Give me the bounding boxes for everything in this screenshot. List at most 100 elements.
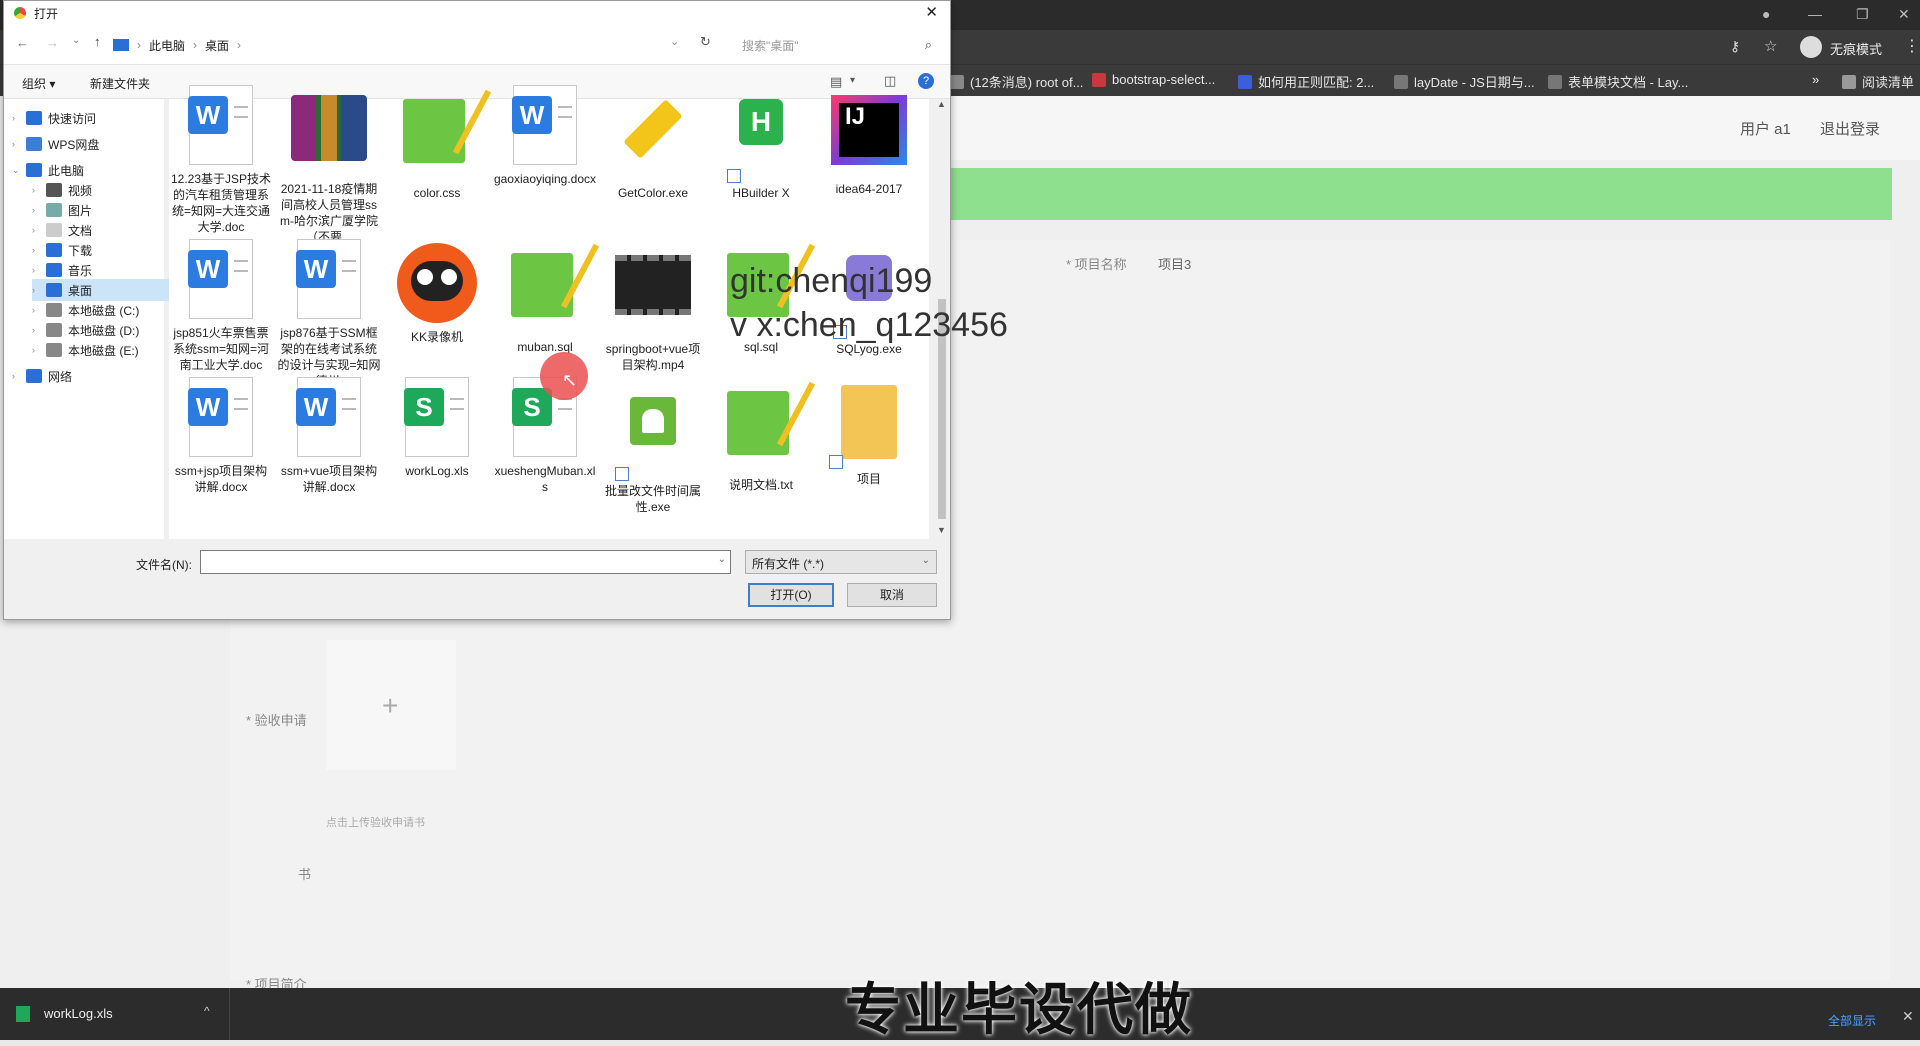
word-icon: W	[181, 85, 261, 171]
user-name[interactable]: 用户 a1	[1740, 118, 1791, 139]
organize-button[interactable]: 组织 ▾	[22, 75, 55, 92]
up-icon[interactable]: ↑	[94, 34, 101, 49]
file-tile[interactable]: 项目	[817, 377, 921, 487]
file-tile[interactable]: 2021-11-18疫情期间高校人员管理ssm-哈尔滨广厦学院（不要...	[277, 85, 381, 245]
file-tile[interactable]: IJ idea64-2017	[817, 85, 921, 197]
expand-arrow-icon[interactable]: ›	[32, 185, 40, 195]
expand-arrow-icon[interactable]: ›	[32, 265, 40, 275]
menu-icon[interactable]: ⋮	[1904, 36, 1920, 56]
address-bar[interactable]: › 此电脑 › 桌面 ›	[112, 33, 660, 57]
bookmark-item[interactable]: (12条消息) root of...	[950, 72, 1083, 91]
filename-input[interactable]: ⌄	[200, 550, 731, 574]
overlay-vx-text: v x:chen_q123456	[730, 306, 1008, 344]
file-tile[interactable]: SworkLog.xls	[385, 377, 489, 479]
breadcrumb-desktop[interactable]: 桌面	[205, 37, 229, 54]
bookmark-favicon-icon	[1092, 72, 1106, 87]
wps-sheet-icon: S	[397, 377, 477, 463]
bookmark-item[interactable]: 表单模块文档 - Lay...	[1548, 72, 1688, 91]
tree-item-label: 文档	[68, 223, 93, 238]
file-tile[interactable]: springboot+vue项目架构.mp4	[601, 239, 705, 373]
show-all-link[interactable]: 全部显示	[1828, 1012, 1876, 1029]
open-button[interactable]: 打开(O)	[748, 583, 834, 607]
expand-arrow-icon[interactable]: ›	[12, 113, 20, 123]
file-tile[interactable]: 批量改文件时间属性.exe	[601, 377, 705, 515]
file-tile[interactable]: 说明文档.txt	[709, 377, 816, 493]
file-tile[interactable]: Wssm+jsp项目架构讲解.docx	[169, 377, 273, 495]
file-tile[interactable]: Wjsp851火车票售票系统ssm=知网=河南工业大学.doc	[169, 239, 273, 373]
close-download-bar-icon[interactable]: ✕	[1902, 1008, 1914, 1025]
scroll-up-icon[interactable]: ▲	[937, 99, 946, 109]
bookmark-label: 如何用正则匹配: 2...	[1258, 75, 1375, 90]
file-tile[interactable]: Wssm+vue项目架构讲解.docx	[277, 377, 381, 495]
tree-item[interactable]: › 快速访问	[12, 107, 162, 129]
maximize-icon[interactable]: ❐	[1856, 6, 1869, 23]
bookmark-label: 表单模块文档 - Lay...	[1568, 75, 1689, 90]
filetype-select[interactable]: 所有文件 (*.*) ⌄	[745, 550, 937, 574]
android-icon	[613, 397, 693, 483]
expand-arrow-icon[interactable]: ›	[12, 371, 20, 381]
close-window-icon[interactable]: ✕	[1898, 6, 1910, 23]
file-name: color.css	[413, 186, 461, 200]
upload-box[interactable]: +	[326, 640, 456, 770]
tree-item[interactable]: › 本地磁盘 (E:)	[32, 339, 182, 361]
expand-arrow-icon[interactable]: ›	[32, 305, 40, 315]
file-tile[interactable]: color.css	[385, 85, 492, 201]
expand-arrow-icon[interactable]: ›	[32, 325, 40, 335]
search-input[interactable]: 搜索"桌面"	[742, 37, 799, 54]
tree-item[interactable]: › 文档	[32, 219, 182, 241]
download-item[interactable]: workLog.xls ^	[0, 988, 230, 1040]
back-icon[interactable]: ←	[16, 35, 29, 50]
cancel-button[interactable]: 取消	[847, 583, 937, 607]
expand-arrow-icon[interactable]: ›	[32, 205, 40, 215]
more-bookmarks[interactable]: »	[1812, 72, 1819, 87]
expand-arrow-icon[interactable]: ›	[32, 245, 40, 255]
expand-arrow-icon[interactable]: ›	[12, 139, 20, 149]
scroll-down-icon[interactable]: ▼	[937, 525, 946, 535]
refresh-icon[interactable]: ↻	[700, 34, 711, 50]
forward-icon[interactable]: →	[46, 35, 59, 50]
tree-item[interactable]: › WPS网盘	[12, 133, 162, 155]
tree-item[interactable]: ⌄ 此电脑	[12, 159, 162, 181]
dialog-close-icon[interactable]: ✕	[925, 3, 938, 21]
navigation-pane: › 快速访问 › WPS网盘 ⌄ 此电脑 › 视频 › 图片 › 文档 › 下载 › 音乐 › 桌面 › 本地磁盘 (…	[4, 99, 182, 539]
file-tile[interactable]: Wjsp876基于SSM框架的在线考试系统的设计与实现=知网=德州...	[277, 239, 381, 389]
bookmark-item[interactable]: 如何用正则匹配: 2...	[1238, 72, 1374, 91]
new-folder-button[interactable]: 新建文件夹	[90, 75, 150, 92]
file-tile[interactable]: SxueshengMuban.xls	[493, 377, 597, 495]
tree-item[interactable]: › 桌面	[32, 279, 182, 301]
file-tile[interactable]: KK录像机	[385, 239, 489, 345]
file-tile[interactable]: Wgaoxiaoyiqing.docx	[493, 85, 597, 187]
tree-item[interactable]: › 下载	[32, 239, 182, 261]
star-icon[interactable]: ☆	[1764, 37, 1777, 55]
chevron-up-icon[interactable]: ^	[204, 1004, 210, 1018]
address-dropdown-icon[interactable]: ⌄	[670, 35, 679, 48]
tree-item[interactable]: › 本地磁盘 (C:)	[32, 299, 182, 321]
expand-arrow-icon[interactable]: ⌄	[12, 165, 20, 176]
expand-arrow-icon[interactable]: ›	[32, 345, 40, 355]
logout-link[interactable]: 退出登录	[1820, 118, 1880, 139]
tree-item[interactable]: › 视频	[32, 179, 182, 201]
incognito-label[interactable]: 无痕模式	[1830, 39, 1882, 58]
project-name-value[interactable]: 项目3	[1158, 254, 1191, 273]
expand-arrow-icon[interactable]: ›	[32, 285, 40, 295]
profile-icon[interactable]: ●	[1762, 6, 1770, 22]
file-name: 批量改文件时间属性.exe	[604, 484, 701, 514]
tree-item[interactable]: › 音乐	[32, 259, 182, 281]
breadcrumb-this-pc[interactable]: 此电脑	[149, 37, 185, 54]
minimize-icon[interactable]: —	[1808, 6, 1822, 22]
reading-list[interactable]: 阅读清单	[1842, 72, 1914, 91]
file-tile[interactable]: muban.sql	[493, 239, 600, 355]
file-tile[interactable]: GetColor.exe	[601, 85, 705, 201]
search-box[interactable]: 搜索"桌面" ⌕	[742, 33, 938, 57]
tree-item[interactable]: › 图片	[32, 199, 182, 221]
file-tile[interactable]: W 12.23基于JSP技术的汽车租赁管理系统=知网=大连交通大学.doc	[169, 85, 273, 235]
bookmark-item[interactable]: layDate - JS日期与...	[1394, 72, 1535, 91]
key-icon[interactable]: ⚷	[1730, 38, 1740, 55]
tree-item[interactable]: › 网络	[12, 365, 162, 387]
recent-dropdown-icon[interactable]: ⌄	[72, 35, 80, 46]
bookmark-item[interactable]: bootstrap-select...	[1092, 72, 1215, 87]
file-tile[interactable]: H HBuilder X	[709, 85, 813, 201]
expand-arrow-icon[interactable]: ›	[32, 225, 40, 235]
filename-dropdown-icon[interactable]: ⌄	[718, 554, 726, 565]
tree-item[interactable]: › 本地磁盘 (D:)	[32, 319, 182, 341]
